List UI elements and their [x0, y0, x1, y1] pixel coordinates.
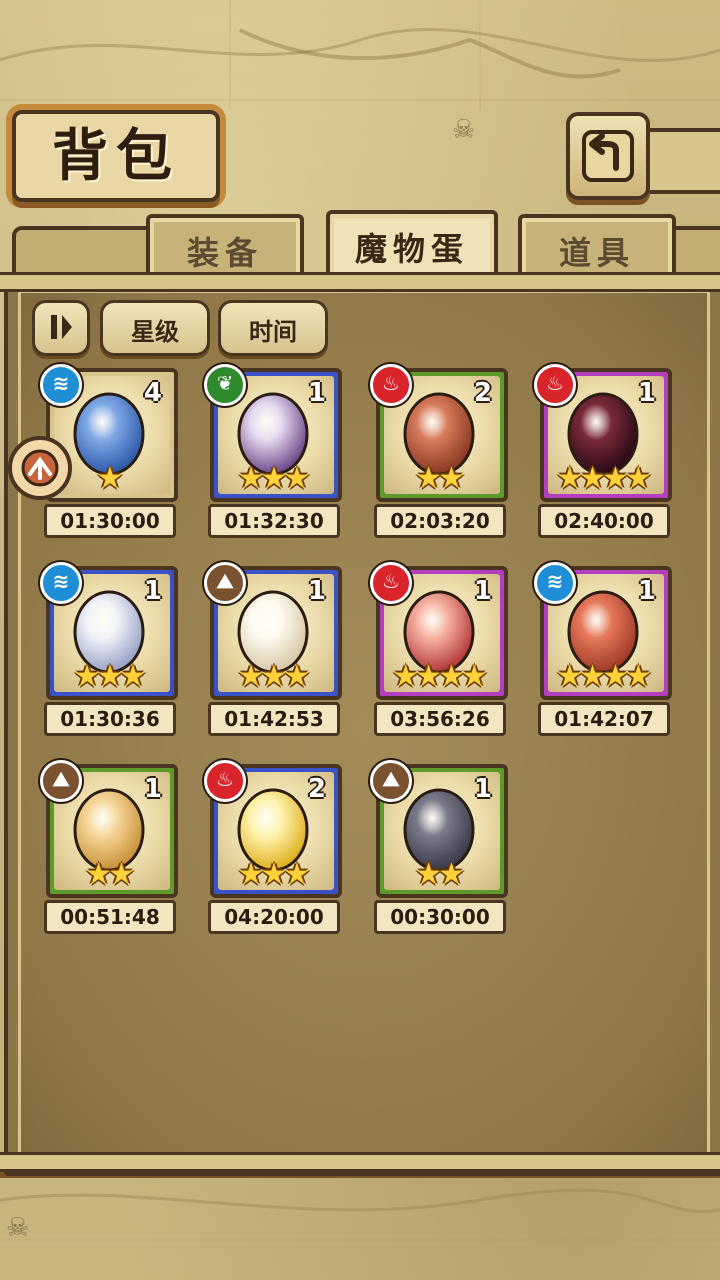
star-rating: ★★★★ — [556, 659, 652, 694]
element-earth-icon: ⛰ — [370, 760, 412, 802]
egg-card[interactable]: ♨ 1 ★★★★ — [370, 562, 508, 700]
sort-order-button[interactable] — [32, 300, 90, 356]
new-badge — [8, 436, 72, 500]
sort-by-star-label: 星级 — [131, 318, 179, 346]
sort-by-time-label: 时间 — [249, 318, 297, 346]
star-rating: ★★★★ — [392, 659, 488, 694]
svg-text:☠: ☠ — [6, 1213, 29, 1243]
star-rating: ★★★ — [237, 461, 311, 496]
egg-count: 4 — [143, 378, 162, 408]
hatch-timer: 02:40:00 — [538, 504, 670, 538]
title-plate: 背包 — [12, 110, 220, 202]
egg-card[interactable]: ≋ 1 ★★★ — [40, 562, 178, 700]
tab-equipment[interactable]: 装备 — [146, 214, 304, 280]
hatch-timer: 01:30:36 — [44, 702, 176, 736]
svg-text:☠: ☠ — [452, 115, 475, 145]
tab-items[interactable]: 道具 — [518, 214, 676, 280]
element-fire-icon: ♨ — [370, 562, 412, 604]
page-title: 背包 — [52, 123, 180, 189]
hatch-timer: 02:03:20 — [374, 504, 506, 538]
egg-count: 1 — [473, 576, 492, 606]
star-rating: ★★ — [85, 857, 135, 892]
egg-count: 1 — [143, 576, 162, 606]
star-rating: ★★★ — [73, 659, 147, 694]
egg-card[interactable]: ♨ 2 ★★ — [370, 364, 508, 502]
star-rating: ★★★ — [237, 857, 311, 892]
element-fire-icon: ♨ — [204, 760, 246, 802]
hatch-timer: 03:56:26 — [374, 702, 506, 736]
element-water-icon: ≋ — [40, 562, 82, 604]
panel-bottom-rail — [0, 1152, 720, 1172]
hatch-timer: 01:30:00 — [44, 504, 176, 538]
hatch-timer: 00:30:00 — [374, 900, 506, 934]
egg-count: 1 — [637, 576, 656, 606]
egg-count: 1 — [307, 576, 326, 606]
element-earth-icon: ⛰ — [40, 760, 82, 802]
hatch-timer: 04:20:00 — [208, 900, 340, 934]
star-rating: ★★ — [415, 461, 465, 496]
egg-count: 1 — [473, 774, 492, 804]
element-leaf-icon: ❦ — [204, 364, 246, 406]
element-earth-icon: ⛰ — [204, 562, 246, 604]
tab-label: 道具 — [558, 234, 635, 272]
new-marker-icon — [21, 449, 59, 487]
egg-card[interactable]: ⛰ 1 ★★★ — [204, 562, 342, 700]
hatch-timer: 01:42:07 — [538, 702, 670, 736]
egg-card[interactable]: ≋ 1 ★★★★ — [534, 562, 672, 700]
egg-card[interactable]: ♨ 2 ★★★ — [204, 760, 342, 898]
egg-count: 1 — [637, 378, 656, 408]
egg-card[interactable]: ⛰ 1 ★★ — [370, 760, 508, 898]
egg-count: 1 — [143, 774, 162, 804]
egg-count: 2 — [473, 378, 492, 408]
egg-card[interactable]: ❦ 1 ★★★ — [204, 364, 342, 502]
star-rating: ★★★★ — [556, 461, 652, 496]
sort-by-star-button[interactable]: 星级 — [100, 300, 210, 356]
hatch-timer: 01:32:30 — [208, 504, 340, 538]
hatch-timer: 01:42:53 — [208, 702, 340, 736]
star-rating: ★★ — [415, 857, 465, 892]
tab-label: 魔物蛋 — [354, 230, 469, 268]
hatch-timer: 00:51:48 — [44, 900, 176, 934]
back-arrow-icon — [582, 130, 634, 182]
egg-count: 1 — [307, 378, 326, 408]
element-fire-icon: ♨ — [534, 364, 576, 406]
egg-card[interactable]: ♨ 1 ★★★★ — [534, 364, 672, 502]
panel-top-rail — [0, 272, 720, 292]
tab-label: 装备 — [186, 234, 263, 272]
back-button-tail — [640, 128, 720, 194]
back-button[interactable] — [566, 112, 650, 200]
egg-card[interactable]: ⛰ 1 ★★ — [40, 760, 178, 898]
sort-by-time-button[interactable]: 时间 — [218, 300, 328, 356]
egg-count: 2 — [307, 774, 326, 804]
sort-order-icon — [51, 315, 72, 339]
star-rating: ★★★ — [237, 659, 311, 694]
element-water-icon: ≋ — [40, 364, 82, 406]
element-fire-icon: ♨ — [370, 364, 412, 406]
element-water-icon: ≋ — [534, 562, 576, 604]
